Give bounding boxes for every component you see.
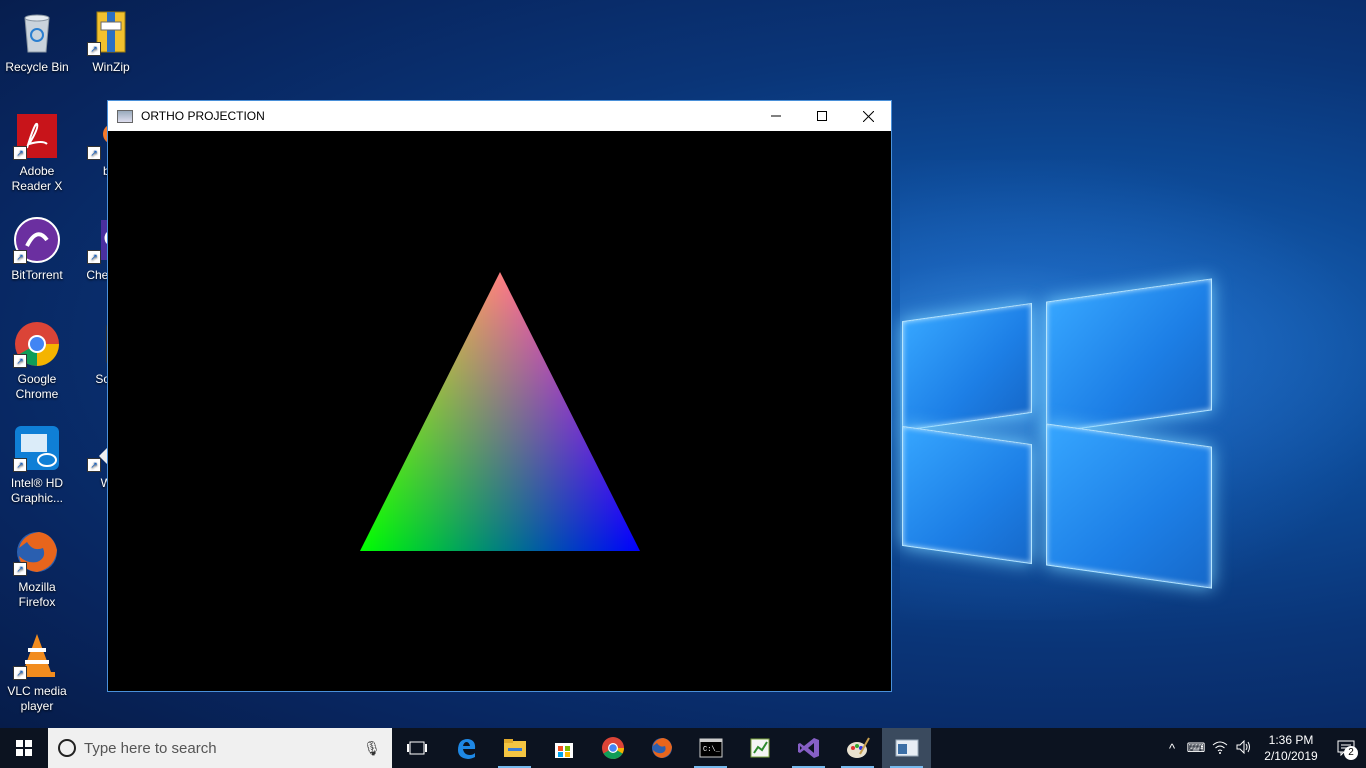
search-box[interactable]: Type here to search 🎙 — [48, 728, 392, 768]
desktop-icon-adobe-reader[interactable]: ↗ Adobe Reader X — [0, 112, 74, 194]
notification-badge: 2 — [1344, 746, 1358, 760]
desktop-icon-label: WinZip — [92, 60, 130, 74]
window-titlebar[interactable]: ORTHO PROJECTION — [108, 101, 891, 131]
close-button[interactable] — [845, 101, 891, 131]
desktop-icon-recycle-bin[interactable]: Recycle Bin — [0, 8, 74, 75]
desktop-icon-label: BitTorrent — [11, 268, 63, 282]
firefox-icon — [651, 738, 672, 758]
taskbar-store[interactable] — [539, 728, 588, 768]
taskbar-edge[interactable] — [441, 728, 490, 768]
desktop-icon-mozilla-firefox[interactable]: ↗ Mozilla Firefox — [0, 528, 74, 610]
store-icon — [554, 743, 573, 758]
file-explorer-icon — [503, 739, 526, 757]
window-title: ORTHO PROJECTION — [141, 109, 265, 123]
desktop-icon-label: Recycle Bin — [5, 60, 69, 74]
taskbar-chart-app[interactable] — [735, 728, 784, 768]
edge-icon — [457, 739, 475, 759]
taskbar-command-prompt[interactable]: C:\_ — [686, 728, 735, 768]
desktop-icon-label: Mozilla Firefox — [18, 580, 56, 609]
task-view-button[interactable] — [392, 728, 441, 768]
chart-app-icon — [750, 738, 769, 758]
adobe-reader-icon: ↗ — [13, 112, 61, 160]
taskbar-chrome[interactable] — [588, 728, 637, 768]
action-center-button[interactable]: 2 — [1326, 728, 1366, 768]
maximize-button[interactable] — [799, 101, 845, 131]
wifi-icon[interactable] — [1208, 740, 1232, 757]
desktop-icon-intel-graphics[interactable]: ↗ Intel® HD Graphic... — [0, 424, 74, 506]
window-app-icon — [117, 109, 133, 123]
chrome-icon: ↗ — [13, 320, 61, 368]
taskbar-clock[interactable]: 1:36 PM 2/10/2019 — [1256, 732, 1326, 764]
cmd-icon: C:\_ — [699, 738, 722, 758]
system-tray: ^ ⌨ 1:36 PM 2/10/2019 2 — [1160, 728, 1366, 768]
desktop-icon-bittorrent[interactable]: ↗ BitTorrent — [0, 216, 74, 283]
search-placeholder: Type here to search — [84, 739, 217, 757]
minimize-button[interactable] — [753, 101, 799, 131]
show-hidden-icons-chevron-icon[interactable]: ^ — [1160, 741, 1184, 756]
volume-icon[interactable] — [1232, 739, 1256, 757]
search-icon — [58, 739, 76, 757]
microphone-icon[interactable]: 🎙 — [362, 740, 382, 757]
intel-graphics-icon: ↗ — [13, 424, 61, 472]
ortho-projection-window[interactable]: ORTHO PROJECTION — [107, 100, 892, 692]
opengl-canvas[interactable] — [108, 131, 891, 691]
winzip-icon: ↗ — [87, 8, 135, 56]
taskbar-firefox[interactable] — [637, 728, 686, 768]
windows-logo-wallpaper — [890, 270, 1220, 600]
taskbar-ortho-window[interactable] — [882, 728, 931, 768]
chrome-icon — [601, 737, 624, 759]
desktop-icon-label: Intel® HD Graphic... — [10, 476, 64, 505]
desktop-icon-label: VLC media player — [7, 684, 67, 713]
paint-icon — [846, 737, 870, 758]
desktop-icon-vlc[interactable]: ↗ VLC media player — [0, 632, 74, 714]
clock-time: 1:36 PM — [1268, 733, 1314, 747]
vlc-icon: ↗ — [13, 632, 61, 680]
desktop-icon-google-chrome[interactable]: ↗ Google Chrome — [0, 320, 74, 402]
taskbar-paint[interactable] — [833, 728, 882, 768]
visual-studio-icon — [797, 738, 819, 758]
start-button[interactable] — [0, 728, 48, 768]
desktop-icon-winzip[interactable]: ↗ WinZip — [74, 8, 148, 75]
firefox-icon: ↗ — [13, 528, 61, 576]
keyboard-language-icon[interactable]: ⌨ — [1184, 740, 1208, 756]
task-view-icon — [406, 741, 427, 755]
taskbar-file-explorer[interactable] — [490, 728, 539, 768]
svg-text:C:\_: C:\_ — [703, 746, 721, 754]
windows-start-icon — [16, 740, 32, 756]
desktop-icon-label: Google Chrome — [15, 372, 59, 401]
ortho-window-icon — [895, 739, 918, 757]
rendered-triangle — [360, 272, 640, 551]
taskbar-visual-studio[interactable] — [784, 728, 833, 768]
recycle-bin-icon — [13, 8, 61, 56]
taskbar: Type here to search 🎙 C:\_ ^ ⌨ 1:36 PM 2… — [0, 728, 1366, 768]
desktop-icon-label: Adobe Reader X — [11, 164, 63, 193]
clock-date: 2/10/2019 — [1264, 749, 1318, 763]
bittorrent-icon: ↗ — [13, 216, 61, 264]
